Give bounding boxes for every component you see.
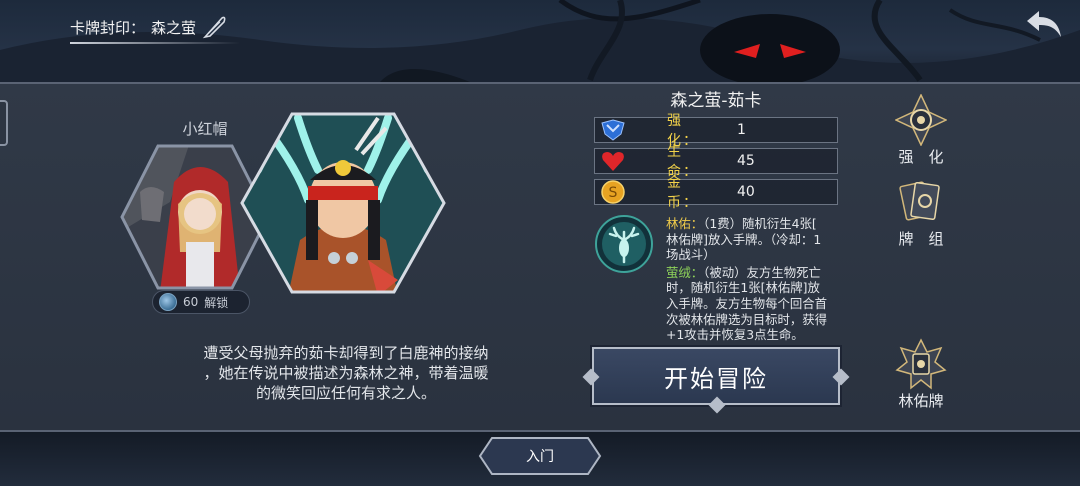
- story-line-3: 的微笑回应任何有求之人。: [255, 384, 436, 402]
- card-title: 森之萤-茹卡: [670, 91, 762, 111]
- skill-2-line-1: （被动）友方生物死亡: [703, 264, 821, 280]
- compass-emblem-icon: [895, 94, 947, 146]
- card-deck-icon: [899, 181, 940, 221]
- stat-label: 金 币：: [667, 175, 699, 211]
- side-collapse-tab[interactable]: [0, 100, 8, 146]
- start-adventure-label: 开始冒险: [664, 364, 768, 393]
- stat-value: 40: [737, 184, 755, 200]
- card-seal-title: 卡牌封印： 森之萤: [70, 12, 240, 44]
- menu-deck-label: 牌 组: [898, 230, 944, 248]
- menu-linyou-card[interactable]: 林佑牌: [886, 338, 956, 411]
- skill-1-name: 林佑：: [666, 216, 704, 231]
- skill-1-line-1: （1费）随机衍生4张[: [703, 216, 817, 231]
- gold-coin-icon: S: [595, 180, 631, 204]
- character-story: 遭受父母抛弃的茹卡却得到了白鹿神的接纳 ，她在传说中被描述为森林之神，带着温暖 …: [176, 343, 516, 403]
- skill-description: 林佑：（1费）随机衍生4张[ 林佑牌]放入手牌。（冷却：1 场战斗） 萤绒：（被…: [666, 216, 846, 343]
- skill-2-name: 萤绒：: [666, 264, 704, 280]
- menu-linyou-card-label: 林佑牌: [898, 392, 944, 410]
- stat-row-gold: S 金 币： 40: [594, 175, 838, 211]
- stat-row-health: 生 命： 45: [594, 144, 838, 180]
- unlock-cost-value: 60: [183, 295, 199, 309]
- menu-upgrade[interactable]: 强 化: [886, 94, 956, 167]
- unlock-label: 解锁: [204, 295, 229, 310]
- stat-row-upgrade: 强 化： 1: [594, 113, 838, 149]
- back-button[interactable]: [1022, 4, 1068, 44]
- skill-2: 萤绒：（被动）友方生物死亡 时，随机衍生1张[林佑牌]放 入手牌。友方生物每个回…: [666, 265, 846, 343]
- tab-beginner[interactable]: 入门: [478, 436, 602, 476]
- card-seal-label: 卡牌封印：: [70, 18, 146, 37]
- return-arrow-icon: [1027, 11, 1061, 37]
- menu-upgrade-label: 强 化: [898, 148, 944, 166]
- story-line-2: ，她在传说中被描述为森林之神，带着温暖: [203, 364, 489, 382]
- quill-icon: [202, 16, 226, 39]
- skill-2-line-5: +1攻击并恢复3点生命。: [666, 327, 804, 343]
- story-line-1: 遭受父母抛弃的茹卡却得到了白鹿神的接纳: [203, 344, 489, 362]
- stat-value: 45: [737, 153, 755, 169]
- menu-deck[interactable]: 牌 组: [886, 176, 956, 249]
- skill-2-line-3: 入手牌。友方生物每个回合首: [666, 295, 828, 311]
- title-underline: [70, 42, 240, 44]
- stat-value: 1: [737, 122, 746, 138]
- start-adventure-button[interactable]: 开始冒险: [582, 345, 850, 414]
- red-eyes-icon: [734, 44, 806, 58]
- red-heart-icon: [595, 149, 631, 173]
- crystal-coin-icon: [159, 293, 177, 311]
- skill-2-line-4: 次被林佑牌选为目标时，获得: [666, 311, 828, 327]
- skill-2-line-2: 时，随机衍生1张[林佑牌]放: [666, 280, 820, 296]
- unlock-cost-badge[interactable]: 60 解锁: [152, 290, 250, 314]
- tab-beginner-label: 入门: [526, 449, 554, 465]
- gear-emblem-icon: [895, 338, 947, 390]
- skill-1-line-2: 林佑牌]放入手牌。（冷却：1: [666, 231, 822, 247]
- skill-1: 林佑：（1费）随机衍生4张[ 林佑牌]放入手牌。（冷却：1 场战斗）: [666, 216, 846, 263]
- character-name: 小红帽: [182, 120, 228, 138]
- skill-1-line-3: 场战斗）: [666, 247, 716, 263]
- blue-shield-icon: [595, 118, 631, 142]
- character-portrait-ruka[interactable]: [238, 110, 448, 296]
- card-seal-value: 森之萤: [151, 18, 197, 37]
- svg-text:S: S: [609, 185, 618, 201]
- deer-spirit-skill-icon[interactable]: [594, 214, 654, 274]
